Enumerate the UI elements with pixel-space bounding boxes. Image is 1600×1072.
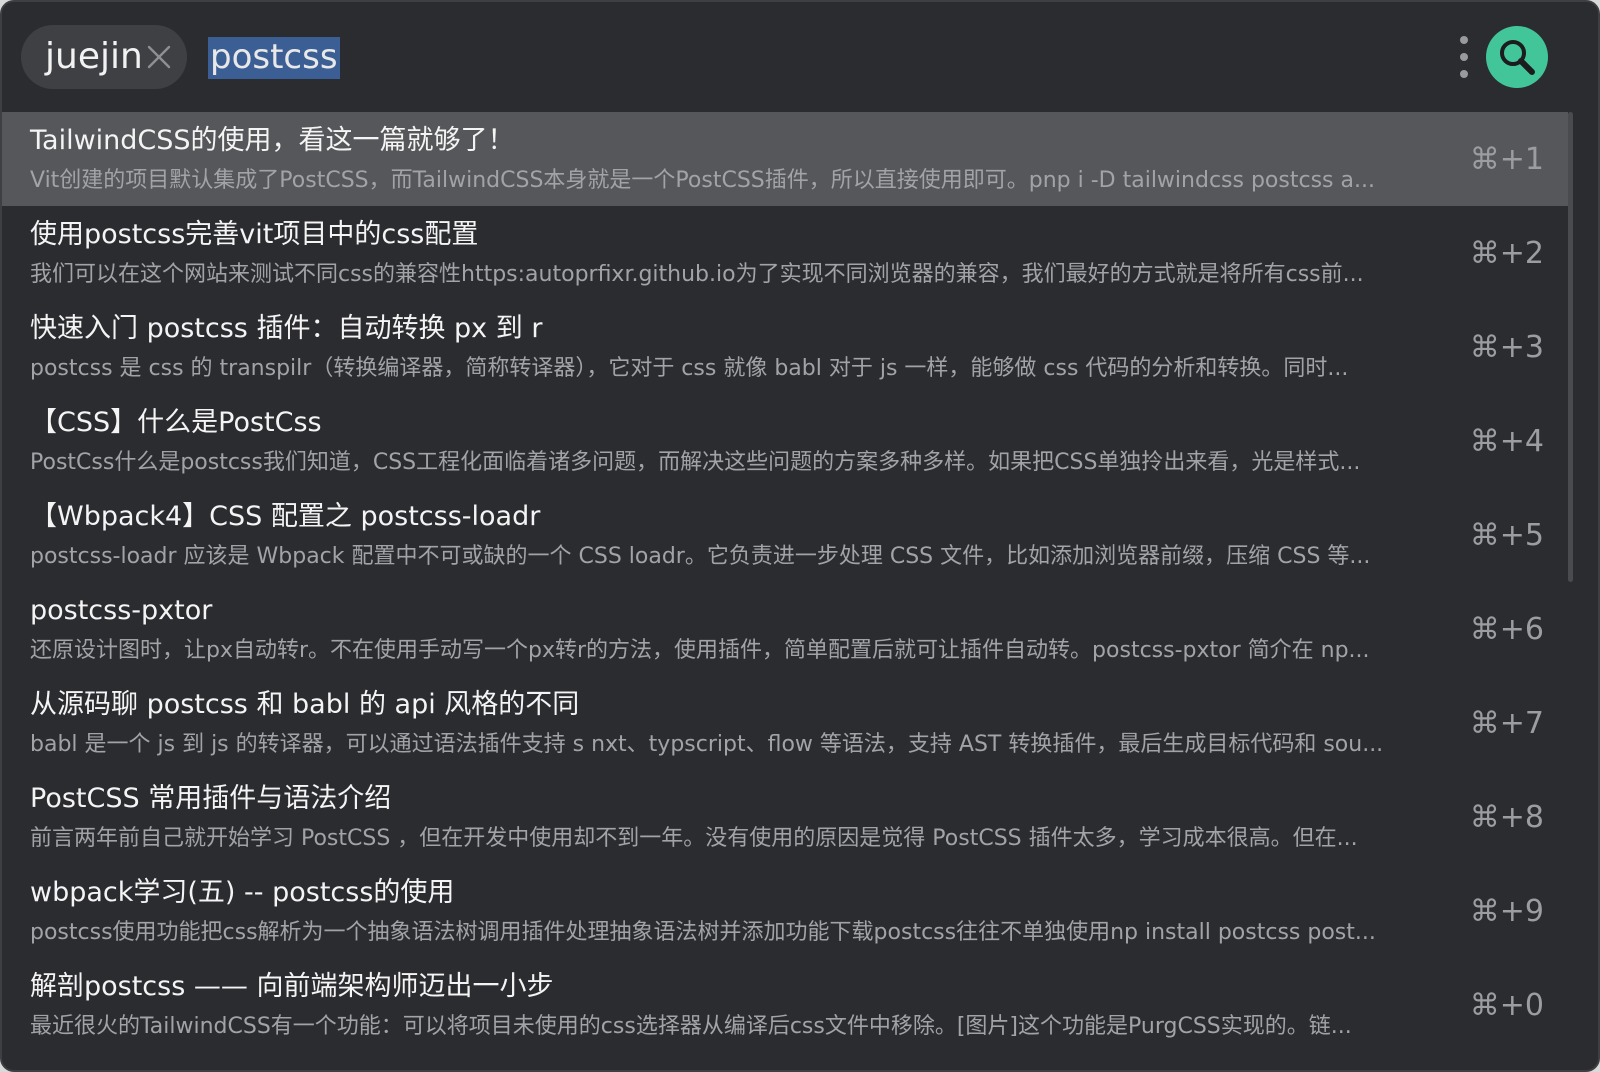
result-item[interactable]: 【CSS】什么是PostCss PostCss什么是postcss我们知道，CSS…: [2, 394, 1568, 488]
keyboard-shortcut: ⌘+2: [1469, 236, 1544, 271]
result-description: 还原设计图时，让px自动转r。不在使用手动写一个px转r的方法，使用插件，简单配…: [30, 638, 1370, 663]
keyboard-shortcut: ⌘+7: [1469, 706, 1544, 741]
keyboard-shortcut: ⌘+1: [1469, 142, 1544, 177]
keyboard-shortcut: ⌘+5: [1469, 518, 1544, 553]
keyboard-shortcut: ⌘+8: [1469, 800, 1544, 835]
more-dot-icon: [1460, 70, 1468, 78]
result-item[interactable]: 快速入门 postcss 插件：自动转换 px 到 r postcss 是 css…: [2, 300, 1568, 394]
more-dot-icon: [1460, 36, 1468, 44]
more-dot-icon: [1460, 53, 1468, 61]
results-list: TailwindCSS的使用，看这一篇就够了！ Vit创建的项目默认集成了Post…: [2, 112, 1598, 1070]
result-title: 使用postcss完善vit项目中的css配置: [30, 219, 479, 250]
keyboard-shortcut: ⌘+4: [1469, 424, 1544, 459]
result-title: postcss-pxtor: [30, 595, 213, 626]
result-description: 前言两年前自己就开始学习 PostCSS ，但在开发中使用却不到一年。没有使用的…: [30, 826, 1358, 851]
result-description: PostCss什么是postcss我们知道，CSS工程化面临着诸多问题，而解决这…: [30, 450, 1361, 475]
result-description: postcss使用功能把css解析为一个抽象语法树调用插件处理抽象语法树并添加功…: [30, 920, 1376, 945]
result-item[interactable]: 【Wbpack4】CSS 配置之 postcss-loadr postcss-lo…: [2, 488, 1568, 582]
scrollbar[interactable]: [1568, 112, 1573, 582]
keyboard-shortcut: ⌘+3: [1469, 330, 1544, 365]
result-item[interactable]: 解剖postcss —— 向前端架构师迈出一小步最近很火的TailwindCSS…: [2, 958, 1568, 1052]
close-icon[interactable]: [145, 43, 173, 71]
keyboard-shortcut: ⌘+6: [1469, 612, 1544, 647]
result-title: 从源码聊 postcss 和 babl 的 api 风格的不同: [30, 689, 580, 720]
result-title: PostCSS 常用插件与语法介绍: [30, 783, 392, 814]
result-item[interactable]: postcss-pxtor 还原设计图时，让px自动转r。不在使用手动写一个px转…: [2, 582, 1568, 676]
search-icon: [1500, 40, 1535, 75]
search-bar: juejin postcss: [2, 2, 1598, 112]
source-tag-label: juejin: [45, 36, 143, 77]
result-item[interactable]: 从源码聊 postcss 和 babl 的 api 风格的不同 babl 是一个 …: [2, 676, 1568, 770]
result-title: 快速入门 postcss 插件：自动转换 px 到 r: [30, 313, 543, 344]
result-description: Vit创建的项目默认集成了PostCSS，而TailwindCSS本身就是一个P…: [30, 168, 1375, 193]
result-title: 解剖postcss —— 向前端架构师迈出一小步: [30, 971, 554, 1002]
search-query-text: postcss: [208, 37, 340, 79]
result-item[interactable]: PostCSS 常用插件与语法介绍前言两年前自己就开始学习 PostCSS ，但…: [2, 770, 1568, 864]
result-description: 最近很火的TailwindCSS有一个功能：可以将项目未使用的css选择器从编译…: [30, 1014, 1352, 1039]
result-description: postcss-loadr 应该是 Wbpack 配置中不可或缺的一个 CSS …: [30, 544, 1371, 569]
result-title: TailwindCSS的使用，看这一篇就够了！: [30, 125, 515, 156]
result-description: postcss 是 css 的 transpilr（转换编译器，简称转译器），它…: [30, 356, 1349, 381]
result-item[interactable]: TailwindCSS的使用，看这一篇就够了！ Vit创建的项目默认集成了Post…: [2, 112, 1568, 206]
result-description: 我们可以在这个网站来测试不同css的兼容性https:autoprfixr.gi…: [30, 262, 1364, 287]
result-item[interactable]: wbpack学习(五) -- postcss的使用 postcss使用功能把css…: [2, 864, 1568, 958]
launcher-window: juejin postcss TailwindCSS的使用，看这一篇就够了！ Vi…: [0, 0, 1600, 1072]
result-item[interactable]: 使用postcss完善vit项目中的css配置我们可以在这个网站来测试不同css…: [2, 206, 1568, 300]
result-description: babl 是一个 js 到 js 的转译器，可以通过语法插件支持 s nxt、t…: [30, 732, 1384, 757]
keyboard-shortcut: ⌘+9: [1469, 894, 1544, 929]
more-options-button[interactable]: [1448, 34, 1480, 80]
source-tag[interactable]: juejin: [21, 25, 187, 89]
result-title: 【CSS】什么是PostCss: [30, 407, 322, 438]
result-title: wbpack学习(五) -- postcss的使用: [30, 877, 455, 908]
search-button[interactable]: [1486, 26, 1548, 88]
result-title: 【Wbpack4】CSS 配置之 postcss-loadr: [30, 501, 541, 532]
keyboard-shortcut: ⌘+0: [1469, 988, 1544, 1023]
